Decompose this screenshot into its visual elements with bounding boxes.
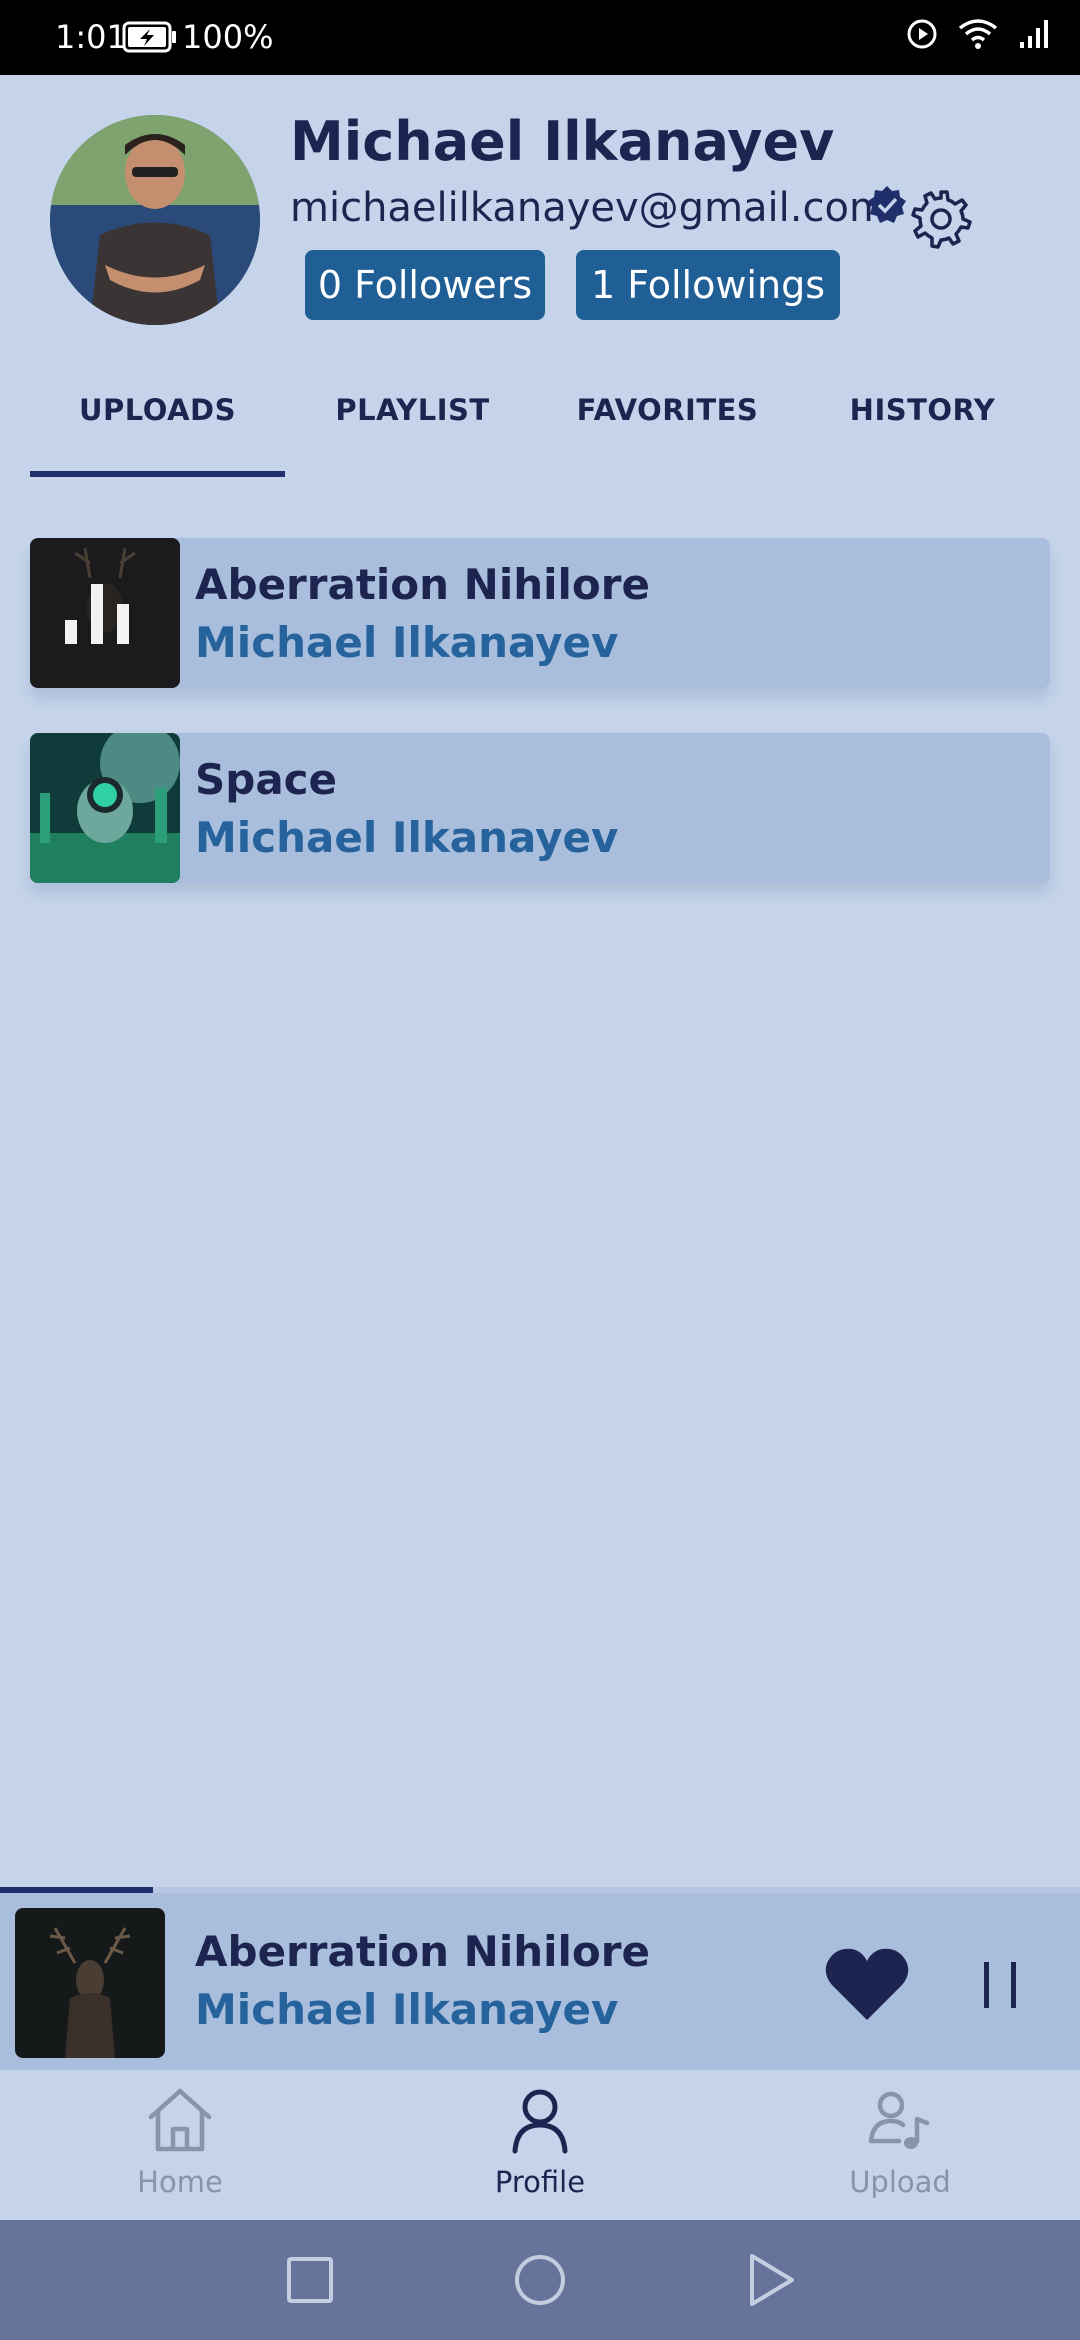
status-time: 1:01 bbox=[55, 18, 127, 56]
like-button[interactable] bbox=[822, 1945, 912, 2025]
track-artwork bbox=[30, 733, 180, 883]
track-title: Aberration Nihilore bbox=[195, 560, 650, 609]
nav-label-home: Home bbox=[137, 2165, 223, 2199]
now-playing-title: Aberration Nihilore bbox=[195, 1927, 650, 1976]
settings-gear-icon[interactable] bbox=[910, 188, 972, 254]
active-tab-indicator bbox=[30, 471, 285, 477]
tab-playlist[interactable]: PLAYLIST bbox=[285, 360, 540, 460]
track-artwork bbox=[30, 538, 180, 688]
equalizer-bar bbox=[65, 620, 77, 644]
upload-icon bbox=[868, 2091, 930, 2149]
nav-label-upload: Upload bbox=[849, 2165, 951, 2199]
profile-email: michaelilkanayev@gmail.com bbox=[290, 185, 888, 231]
media-playing-icon bbox=[906, 18, 938, 54]
square-icon bbox=[287, 2257, 333, 2303]
home-icon bbox=[148, 2088, 212, 2152]
equalizer-bar bbox=[91, 584, 103, 644]
verified-badge-icon bbox=[866, 184, 908, 230]
nav-item-profile[interactable]: Profile bbox=[440, 2085, 640, 2199]
signal-icon bbox=[1018, 18, 1050, 54]
avatar[interactable] bbox=[50, 115, 260, 325]
profile-name: Michael Ilkanayev bbox=[290, 110, 835, 173]
now-playing-artist: Michael Ilkanayev bbox=[195, 1985, 619, 2034]
track-artist: Michael Ilkanayev bbox=[195, 813, 619, 862]
nav-item-upload[interactable]: Upload bbox=[800, 2085, 1000, 2199]
battery-percentage: 100% bbox=[182, 18, 274, 56]
back-button[interactable] bbox=[740, 2250, 800, 2310]
back-triangle-icon bbox=[750, 2254, 794, 2306]
equalizer-bar bbox=[117, 604, 129, 644]
followings-count-button[interactable]: 1 Followings bbox=[576, 250, 840, 320]
track-artist: Michael Ilkanayev bbox=[195, 618, 619, 667]
tab-uploads[interactable]: UPLOADS bbox=[30, 360, 285, 460]
wifi-icon bbox=[958, 18, 998, 54]
home-system-button[interactable] bbox=[510, 2250, 570, 2310]
tab-favorites[interactable]: FAVORITES bbox=[540, 360, 795, 460]
now-playing-artwork bbox=[15, 1908, 165, 2058]
tab-history[interactable]: HISTORY bbox=[795, 360, 1050, 460]
track-title: Space bbox=[195, 755, 338, 804]
profile-icon bbox=[512, 2089, 568, 2154]
followers-count-button[interactable]: 0 Followers bbox=[305, 250, 545, 320]
heart-icon bbox=[825, 1948, 909, 2020]
recents-button[interactable] bbox=[280, 2250, 340, 2310]
list-item[interactable]: Space Michael Ilkanayev bbox=[30, 733, 1050, 883]
status-icons bbox=[906, 18, 1050, 54]
list-item[interactable]: Aberration Nihilore Michael Ilkanayev bbox=[30, 538, 1050, 688]
nav-label-profile: Profile bbox=[494, 2165, 586, 2199]
battery-icon bbox=[122, 20, 178, 58]
nav-item-home[interactable]: Home bbox=[80, 2085, 280, 2199]
pause-button[interactable] bbox=[970, 1950, 1030, 2020]
circle-icon bbox=[515, 2255, 565, 2305]
pause-icon bbox=[984, 1962, 1016, 2008]
